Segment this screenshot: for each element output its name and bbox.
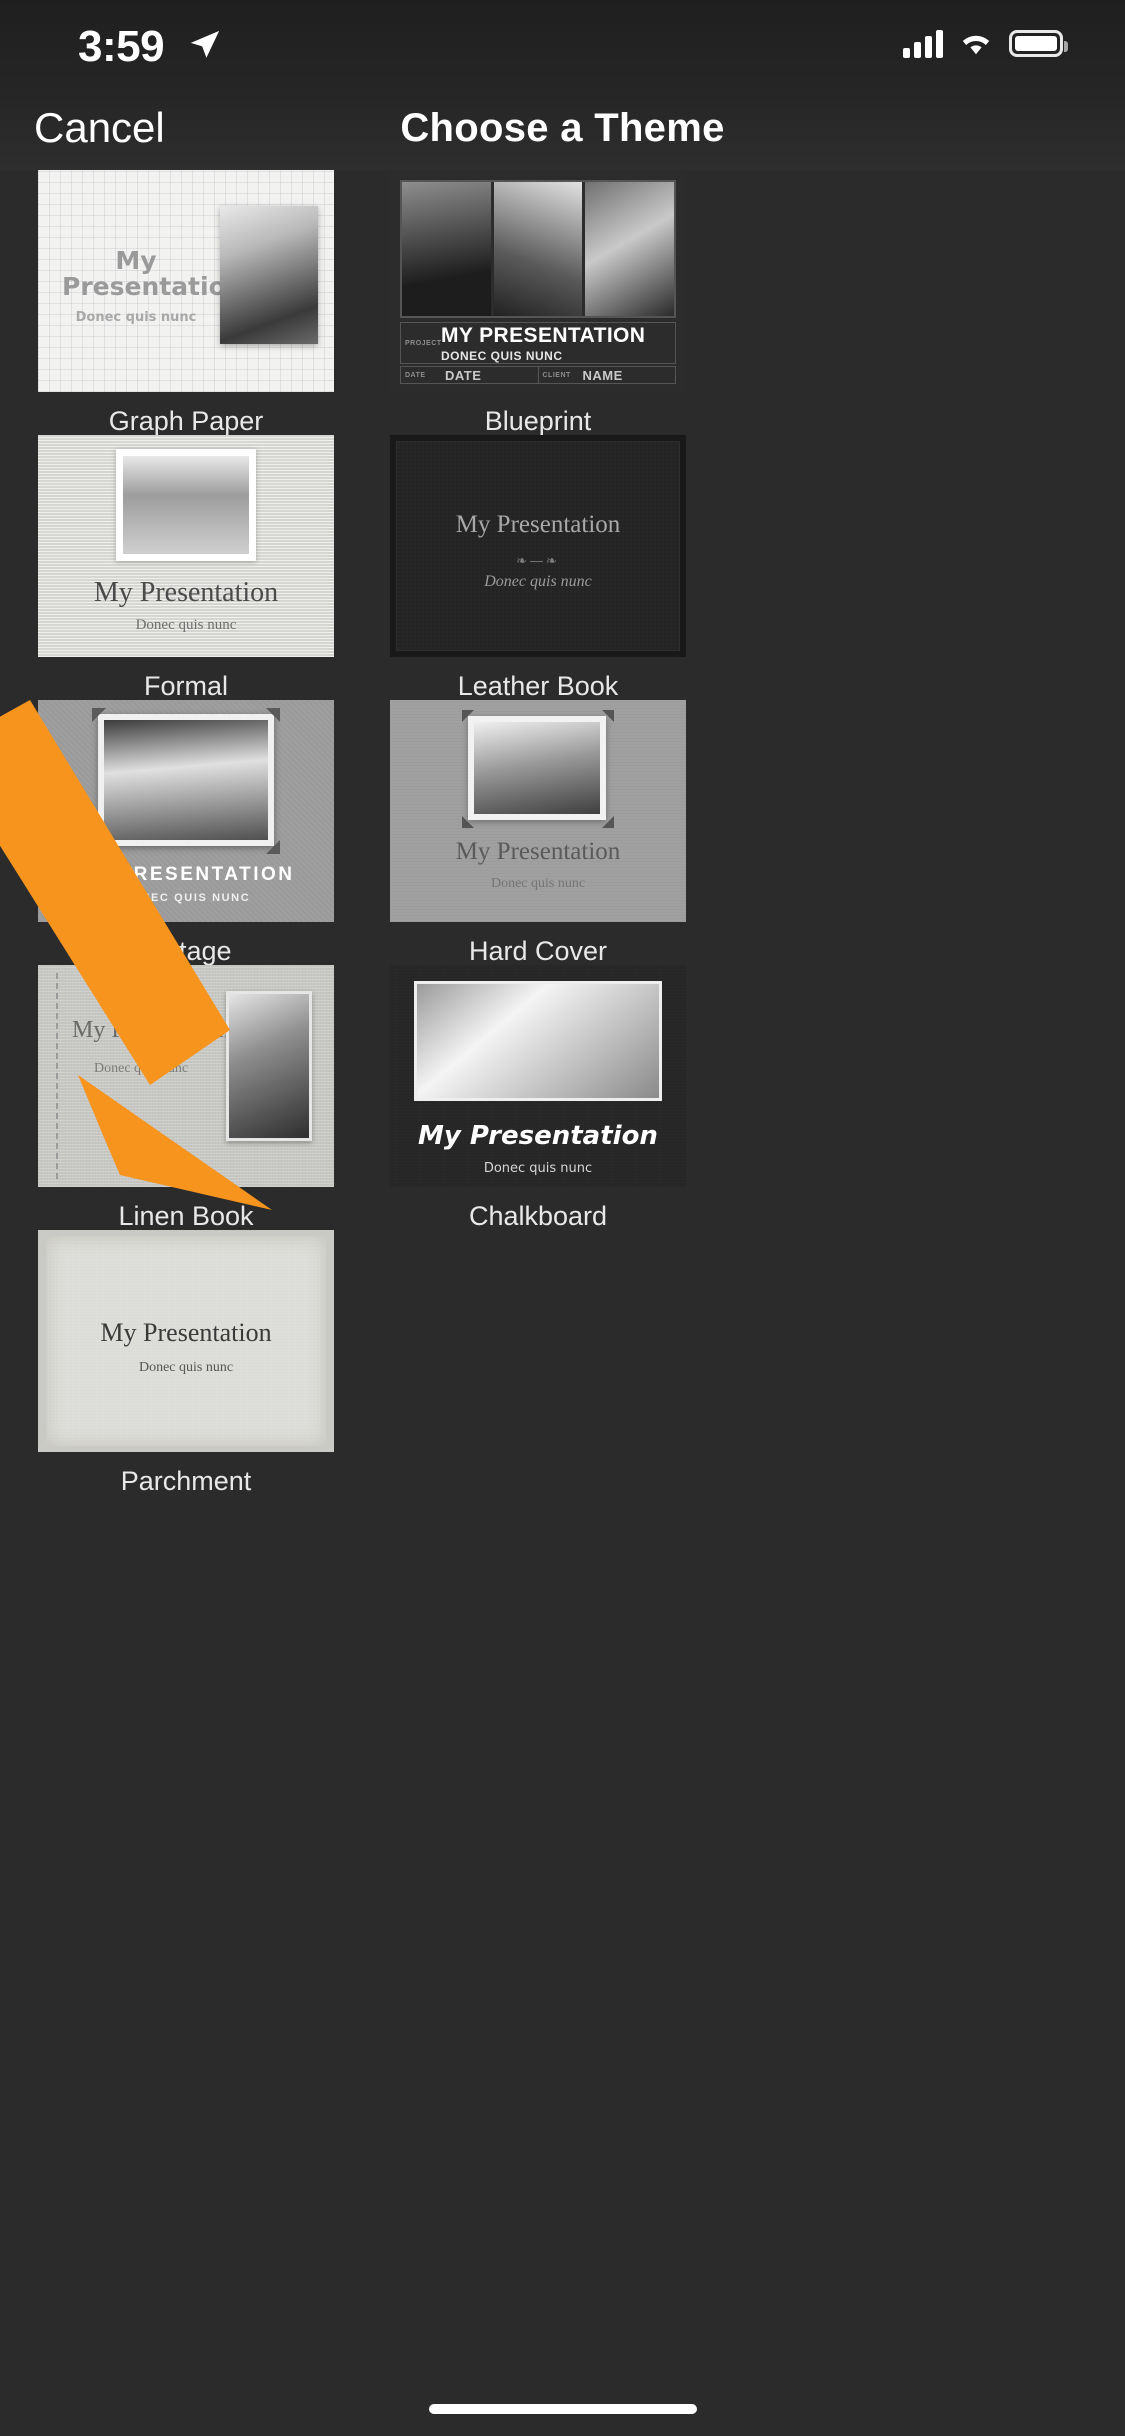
slide-subtitle: DONEC QUIS NUNC: [121, 892, 251, 904]
theme-thumbnail-graph-paper[interactable]: My Presentation Donec quis nunc: [38, 170, 334, 392]
location-arrow-icon: [190, 30, 220, 58]
blueprint-date-value: DATE: [445, 367, 482, 383]
slide-photo: [98, 714, 274, 846]
theme-cell-leather-book[interactable]: My Presentation ❧—❧ Donec quis nunc Leat…: [390, 435, 686, 702]
slide-subtitle: Donec quis nunc: [490, 876, 586, 891]
theme-cell-formal[interactable]: My Presentation Donec quis nunc Formal: [38, 435, 334, 702]
slide-title: My Presentation: [455, 511, 621, 538]
theme-cell-graph-paper[interactable]: My Presentation Donec quis nunc Graph Pa…: [38, 170, 334, 437]
blueprint-client-field: CLIENT NAME: [539, 367, 676, 383]
theme-label-vintage: Vintage: [140, 936, 232, 966]
theme-label-parchment: Parchment: [120, 1466, 252, 1496]
blueprint-project-block: PROJECT MY PRESENTATION DONEC QUIS NUNC: [400, 322, 676, 364]
theme-thumbnail-vintage[interactable]: MY PRESENTATION DONEC QUIS NUNC: [38, 700, 334, 922]
slide-title: My Presentation: [100, 1318, 272, 1347]
theme-thumbnail-blueprint[interactable]: PROJECT MY PRESENTATION DONEC QUIS NUNC …: [390, 170, 686, 392]
theme-cell-hard-cover[interactable]: My Presentation Donec quis nunc Hard Cov…: [390, 700, 686, 967]
blueprint-client-label: CLIENT: [542, 371, 571, 379]
theme-label-formal: Formal: [143, 671, 228, 701]
slide-subtitle: Donec quis nunc: [483, 1161, 593, 1176]
ornament-icon: ❧—❧: [516, 553, 560, 568]
theme-thumbnail-leather-book[interactable]: My Presentation ❧—❧ Donec quis nunc: [390, 435, 686, 657]
theme-label-leather-book: Leather Book: [457, 671, 619, 701]
theme-thumbnail-chalkboard[interactable]: My Presentation Donec quis nunc: [390, 965, 686, 1187]
slide-photo: [220, 206, 318, 344]
slide-photo: [468, 716, 606, 820]
page-title: Choose a Theme: [400, 106, 725, 150]
perforation-line: [56, 973, 58, 1179]
slide-title: My Presentation: [62, 246, 244, 302]
slide-subtitle: Donec quis nunc: [484, 573, 592, 590]
theme-cell-vintage[interactable]: MY PRESENTATION DONEC QUIS NUNC Vintage: [38, 700, 334, 967]
slide-title: MY PRESENTATION: [441, 323, 646, 347]
theme-thumbnail-linen-book[interactable]: My Presentation Donec quis nunc: [38, 965, 334, 1187]
slide-photo: [116, 449, 256, 561]
slide-photo: [226, 991, 312, 1141]
theme-grid: My Presentation Donec quis nunc Graph Pa…: [0, 170, 1125, 2366]
blueprint-date-label: DATE: [405, 371, 426, 379]
battery-icon: [1009, 29, 1068, 57]
cellular-signal-icon: [903, 28, 943, 58]
wifi-icon: [962, 35, 990, 55]
theme-thumbnail-formal[interactable]: My Presentation Donec quis nunc: [38, 435, 334, 657]
theme-label-hard-cover: Hard Cover: [468, 936, 608, 966]
theme-cell-linen-book[interactable]: My Presentation Donec quis nunc Linen Bo…: [38, 965, 334, 1232]
status-bar-indicators: [903, 28, 1068, 58]
blueprint-date-field: DATE DATE: [401, 367, 539, 383]
slide-subtitle: Donec quis nunc: [94, 1061, 189, 1076]
slide-title: My Presentation: [455, 838, 621, 865]
slide-subtitle: Donec quis nunc: [135, 617, 237, 633]
theme-thumbnail-hard-cover[interactable]: My Presentation Donec quis nunc: [390, 700, 686, 922]
slide-title: My Presentation: [93, 577, 279, 608]
slide-title: My Presentation: [418, 1121, 658, 1151]
theme-cell-blueprint[interactable]: PROJECT MY PRESENTATION DONEC QUIS NUNC …: [390, 170, 686, 437]
theme-cell-parchment[interactable]: My Presentation Donec quis nunc Parchmen…: [38, 1230, 334, 1497]
blueprint-meta-row: DATE DATE CLIENT NAME: [400, 366, 676, 384]
theme-label-linen-book: Linen Book: [118, 1201, 254, 1231]
slide-title: MY PRESENTATION: [77, 864, 295, 885]
slide-subtitle: Donec quis nunc: [75, 310, 197, 325]
slide-photo-group: [400, 180, 676, 318]
theme-label-graph-paper: Graph Paper: [108, 406, 264, 436]
theme-label-blueprint: Blueprint: [484, 406, 592, 436]
theme-label-chalkboard: Chalkboard: [468, 1201, 608, 1231]
blueprint-client-value: NAME: [582, 367, 623, 383]
slide-subtitle: Donec quis nunc: [138, 1360, 234, 1375]
theme-cell-chalkboard[interactable]: My Presentation Donec quis nunc Chalkboa…: [390, 965, 686, 1232]
blueprint-project-label: PROJECT: [405, 339, 442, 347]
slide-photo: [414, 981, 662, 1101]
status-bar-time: 3:59: [78, 22, 165, 71]
slide-subtitle: DONEC QUIS NUNC: [441, 348, 563, 363]
status-bar: 3:59: [0, 0, 1125, 96]
leather-inner-panel: [396, 441, 680, 651]
navigation-bar: Cancel Choose a Theme: [0, 96, 1125, 170]
slide-title: My Presentation: [72, 1017, 230, 1043]
theme-thumbnail-parchment[interactable]: My Presentation Donec quis nunc: [38, 1230, 334, 1452]
home-indicator[interactable]: [428, 2404, 697, 2414]
